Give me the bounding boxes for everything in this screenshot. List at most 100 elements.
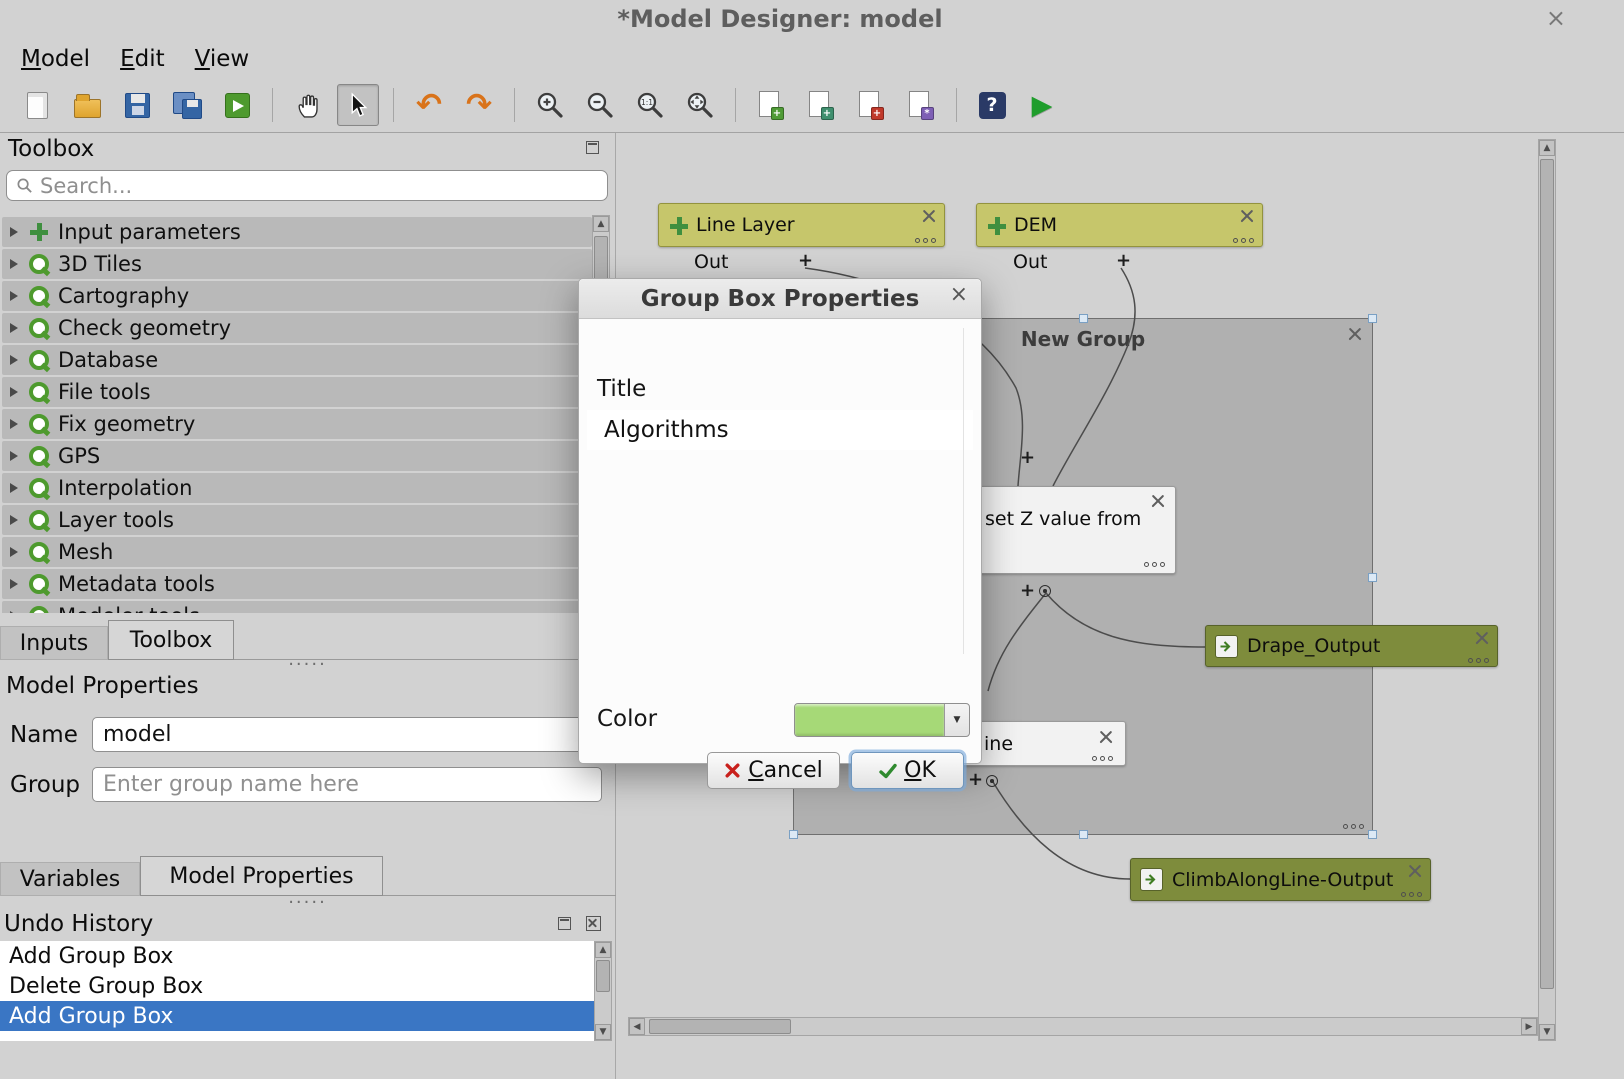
chevron-right-icon[interactable] xyxy=(10,579,20,589)
window-titlebar[interactable]: *Model Designer: model × xyxy=(0,0,1624,40)
scroll-up-button[interactable] xyxy=(1539,140,1555,156)
scrollbar-thumb[interactable] xyxy=(1540,159,1554,989)
search-input[interactable] xyxy=(40,174,598,198)
resize-handle-icon[interactable] xyxy=(1144,562,1166,568)
toolbox-group-modeler-tools[interactable]: Modeler tools xyxy=(2,601,592,613)
resize-handle-icon[interactable] xyxy=(1401,892,1423,898)
new-model-button[interactable] xyxy=(16,84,58,126)
undo-history-item-selected[interactable]: Add Group Box xyxy=(0,1001,594,1031)
toolbox-group-input-parameters[interactable]: Input parameters xyxy=(2,217,592,247)
float-panel-icon[interactable] xyxy=(558,917,571,930)
zoom-in-button[interactable] xyxy=(529,84,571,126)
export-as-image-button[interactable]: + xyxy=(750,84,792,126)
delete-node-icon[interactable] xyxy=(1099,730,1113,744)
toolbox-group-file-tools[interactable]: File tools xyxy=(2,377,592,407)
scrollbar-thumb[interactable] xyxy=(596,960,610,992)
resize-handle-icon[interactable] xyxy=(1092,756,1114,762)
model-group-input[interactable] xyxy=(92,767,602,802)
chevron-right-icon[interactable] xyxy=(10,227,20,237)
help-button[interactable]: ? xyxy=(971,84,1013,126)
title-field-input[interactable]: Algorithms xyxy=(587,410,973,450)
toolbox-group-fix-geometry[interactable]: Fix geometry xyxy=(2,409,592,439)
delete-node-icon[interactable] xyxy=(1151,494,1165,508)
toolbox-group-metadata-tools[interactable]: Metadata tools xyxy=(2,569,592,599)
export-model-button[interactable] xyxy=(216,84,258,126)
chevron-right-icon[interactable] xyxy=(10,451,20,461)
undo-history-item[interactable]: Delete Group Box xyxy=(0,971,594,1001)
toolbox-group-check-geometry[interactable]: Check geometry xyxy=(2,313,592,343)
chevron-right-icon[interactable] xyxy=(10,291,20,301)
add-link-icon[interactable]: + xyxy=(798,250,813,271)
add-link-icon[interactable]: + xyxy=(1020,580,1035,601)
chevron-right-icon[interactable] xyxy=(10,259,20,269)
resize-handle-icon[interactable] xyxy=(1468,658,1490,664)
splitter-handle[interactable] xyxy=(0,899,615,907)
toolbox-group-layer-tools[interactable]: Layer tools xyxy=(2,505,592,535)
chevron-right-icon[interactable] xyxy=(10,483,20,493)
undo-history-item[interactable]: Add Group Box xyxy=(0,941,594,971)
tab-toolbox[interactable]: Toolbox xyxy=(108,620,234,660)
toolbox-group-interpolation[interactable]: Interpolation xyxy=(2,473,592,503)
tab-inputs[interactable]: Inputs xyxy=(0,626,108,660)
chevron-right-icon[interactable] xyxy=(10,515,20,525)
chevron-right-icon[interactable] xyxy=(10,387,20,397)
chevron-right-icon[interactable] xyxy=(10,355,20,365)
toolbox-group-database[interactable]: Database xyxy=(2,345,592,375)
undo-button[interactable]: ↶ xyxy=(408,84,450,126)
zoom-full-button[interactable] xyxy=(679,84,721,126)
dialog-titlebar[interactable]: Group Box Properties × xyxy=(579,279,981,319)
toolbox-group-3d-tiles[interactable]: 3D Tiles xyxy=(2,249,592,279)
scroll-down-button[interactable] xyxy=(1539,1024,1555,1040)
toolbox-search[interactable] xyxy=(6,170,608,201)
scroll-down-button[interactable] xyxy=(595,1024,611,1040)
chevron-right-icon[interactable] xyxy=(10,323,20,333)
splitter-handle[interactable] xyxy=(0,661,615,669)
window-close-button[interactable]: × xyxy=(1546,4,1566,32)
menu-view[interactable]: View xyxy=(180,43,265,75)
delete-node-icon[interactable] xyxy=(1408,864,1422,878)
node-climbalongline-output[interactable]: ClimbAlongLine-Output xyxy=(1130,858,1431,901)
scroll-left-button[interactable] xyxy=(629,1018,645,1035)
ok-button[interactable]: OK xyxy=(851,752,964,789)
add-link-icon[interactable]: + xyxy=(1020,447,1035,468)
add-link-icon[interactable]: + xyxy=(968,769,983,790)
undo-scrollbar[interactable] xyxy=(594,941,612,1041)
export-as-svg-button[interactable]: + xyxy=(800,84,842,126)
float-panel-icon[interactable] xyxy=(586,141,599,154)
dialog-close-button[interactable]: × xyxy=(950,282,968,307)
scroll-right-button[interactable] xyxy=(1521,1018,1537,1035)
save-model-as-button[interactable] xyxy=(166,84,208,126)
delete-node-icon[interactable] xyxy=(1475,631,1489,645)
chevron-down-icon[interactable] xyxy=(945,704,969,736)
model-name-input[interactable] xyxy=(92,717,606,752)
zoom-actual-button[interactable]: 1:1 xyxy=(629,84,671,126)
open-model-button[interactable] xyxy=(66,84,108,126)
toolbox-group-cartography[interactable]: Cartography xyxy=(2,281,592,311)
delete-node-icon[interactable] xyxy=(922,209,936,223)
menu-model[interactable]: Model xyxy=(6,43,105,75)
cancel-button[interactable]: Cancel xyxy=(707,752,840,789)
node-drape-output[interactable]: Drape_Output xyxy=(1205,625,1498,667)
tab-variables[interactable]: Variables xyxy=(0,862,140,896)
toolbox-group-gps[interactable]: GPS xyxy=(2,441,592,471)
resize-handle-icon[interactable] xyxy=(1233,238,1255,244)
add-link-icon[interactable]: + xyxy=(1116,250,1131,271)
tab-model-properties[interactable]: Model Properties xyxy=(140,856,383,896)
scrollbar-thumb[interactable] xyxy=(649,1019,791,1034)
chevron-right-icon[interactable] xyxy=(10,419,20,429)
chevron-right-icon[interactable] xyxy=(10,547,20,557)
scroll-up-button[interactable] xyxy=(593,216,609,232)
select-tool-button[interactable] xyxy=(337,84,379,126)
node-dem[interactable]: DEM xyxy=(976,203,1263,247)
redo-button[interactable]: ↷ xyxy=(458,84,500,126)
canvas-vscrollbar[interactable] xyxy=(1538,139,1556,1041)
canvas-hscrollbar[interactable] xyxy=(628,1017,1538,1036)
output-socket-icon[interactable] xyxy=(1039,585,1051,597)
color-swatch-button[interactable] xyxy=(794,703,970,737)
run-model-button[interactable]: ▶ xyxy=(1021,84,1063,126)
node-line-layer[interactable]: Line Layer xyxy=(658,203,945,247)
export-as-pdf-button[interactable]: + xyxy=(850,84,892,126)
chevron-right-icon[interactable] xyxy=(10,611,20,613)
save-model-button[interactable] xyxy=(116,84,158,126)
close-panel-icon[interactable] xyxy=(586,916,601,931)
